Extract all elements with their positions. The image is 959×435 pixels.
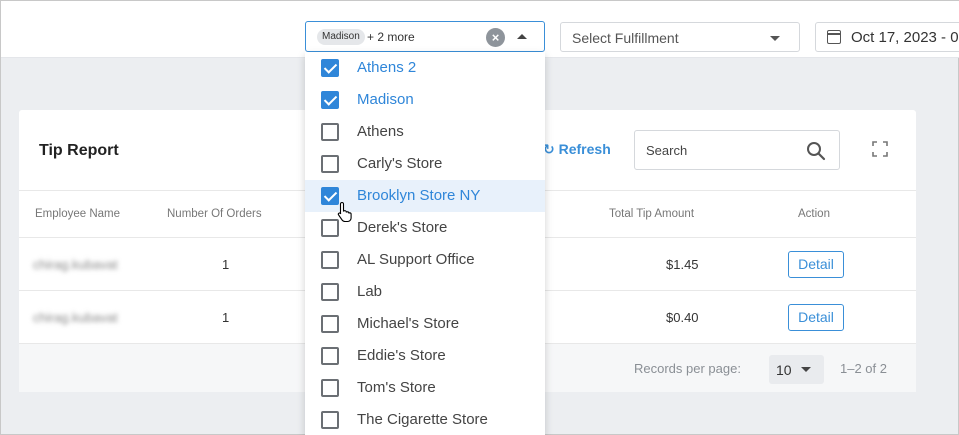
column-header[interactable]: Employee Name bbox=[35, 208, 120, 220]
order-count: 1 bbox=[222, 310, 230, 325]
chevron-down-icon bbox=[801, 367, 811, 372]
checkbox-icon[interactable] bbox=[321, 251, 339, 269]
fulfillment-select[interactable]: Select Fulfillment bbox=[560, 22, 800, 52]
store-option-label: Lab bbox=[357, 283, 383, 300]
tip-amount: $1.45 bbox=[666, 257, 699, 272]
checkbox-icon[interactable] bbox=[321, 123, 339, 141]
card-title: Tip Report bbox=[39, 142, 119, 159]
checkbox-icon[interactable] bbox=[321, 283, 339, 301]
store-option[interactable]: AL Support Office bbox=[305, 244, 545, 276]
detail-button[interactable]: Detail bbox=[788, 304, 844, 331]
records-per-page-select[interactable]: 10 bbox=[769, 355, 824, 384]
store-option[interactable]: Carly's Store bbox=[305, 148, 545, 180]
store-option-label: Madison bbox=[357, 91, 414, 108]
selected-store-chip: Madison bbox=[317, 29, 365, 45]
store-option-label: Carly's Store bbox=[357, 155, 443, 172]
store-option[interactable]: Athens 2 bbox=[305, 52, 545, 84]
checkbox-icon[interactable] bbox=[321, 155, 339, 173]
refresh-button[interactable]: ↻ Refresh bbox=[543, 141, 611, 158]
store-option-label: Tom's Store bbox=[357, 379, 436, 396]
checkbox-icon[interactable] bbox=[321, 347, 339, 365]
column-header[interactable]: Number Of Orders bbox=[167, 208, 262, 220]
store-option[interactable]: Lab bbox=[305, 276, 545, 308]
checkbox-icon[interactable] bbox=[321, 379, 339, 397]
store-option[interactable]: The Cigarette Store bbox=[305, 404, 545, 435]
calendar-icon bbox=[827, 30, 841, 44]
store-option-label: Eddie's Store bbox=[357, 347, 446, 364]
pagination-range: 1–2 of 2 bbox=[840, 361, 887, 376]
detail-button[interactable]: Detail bbox=[788, 251, 844, 278]
chevron-down-icon bbox=[770, 36, 780, 41]
fulfillment-placeholder: Select Fulfillment bbox=[572, 30, 679, 46]
refresh-label: Refresh bbox=[558, 141, 611, 157]
column-header[interactable]: Total Tip Amount bbox=[609, 208, 694, 220]
date-range-picker[interactable]: Oct 17, 2023 - 0 bbox=[815, 22, 959, 52]
tip-amount: $0.40 bbox=[666, 310, 699, 325]
hand-cursor-icon bbox=[337, 201, 352, 223]
checkbox-checked-icon[interactable] bbox=[321, 91, 339, 109]
store-option[interactable]: Athens bbox=[305, 116, 545, 148]
records-per-page-label: Records per page: bbox=[634, 361, 741, 376]
employee-name: chirag.kubavat bbox=[33, 310, 118, 325]
date-range-value: Oct 17, 2023 - 0 bbox=[851, 29, 959, 46]
fullscreen-icon[interactable] bbox=[872, 141, 888, 157]
checkbox-checked-icon[interactable] bbox=[321, 59, 339, 77]
search-input[interactable]: Search bbox=[634, 130, 840, 170]
store-option-label: Michael's Store bbox=[357, 315, 460, 332]
store-option[interactable]: Eddie's Store bbox=[305, 340, 545, 372]
store-option-label: The Cigarette Store bbox=[357, 411, 488, 428]
store-option-label: Derek's Store bbox=[357, 219, 448, 236]
store-multiselect[interactable]: Madison + 2 more × bbox=[305, 21, 545, 52]
store-option-label: Athens bbox=[357, 123, 404, 140]
order-count: 1 bbox=[222, 257, 230, 272]
records-per-page-value: 10 bbox=[776, 362, 792, 378]
employee-name: chirag.kubavat bbox=[33, 257, 118, 272]
store-option-label: AL Support Office bbox=[357, 251, 475, 268]
store-dropdown-menu: Athens 2 Madison Athens Carly's Store Brookl… bbox=[305, 52, 545, 435]
clear-selection-icon[interactable]: × bbox=[486, 28, 505, 47]
store-option[interactable]: Tom's Store bbox=[305, 372, 545, 404]
checkbox-icon[interactable] bbox=[321, 315, 339, 333]
store-option-label: Brooklyn Store NY bbox=[357, 187, 481, 204]
store-option[interactable]: Madison bbox=[305, 84, 545, 116]
checkbox-icon[interactable] bbox=[321, 411, 339, 429]
search-placeholder: Search bbox=[646, 143, 688, 158]
store-option[interactable]: Michael's Store bbox=[305, 308, 545, 340]
more-count-label: + 2 more bbox=[367, 30, 415, 44]
search-icon[interactable] bbox=[806, 141, 826, 161]
refresh-icon: ↻ bbox=[543, 141, 559, 157]
column-header: Action bbox=[798, 208, 830, 220]
caret-up-icon[interactable] bbox=[517, 34, 527, 39]
top-toolbar: Madison + 2 more × Select Fulfillment Oc… bbox=[1, 1, 959, 58]
store-option-label: Athens 2 bbox=[357, 59, 417, 76]
